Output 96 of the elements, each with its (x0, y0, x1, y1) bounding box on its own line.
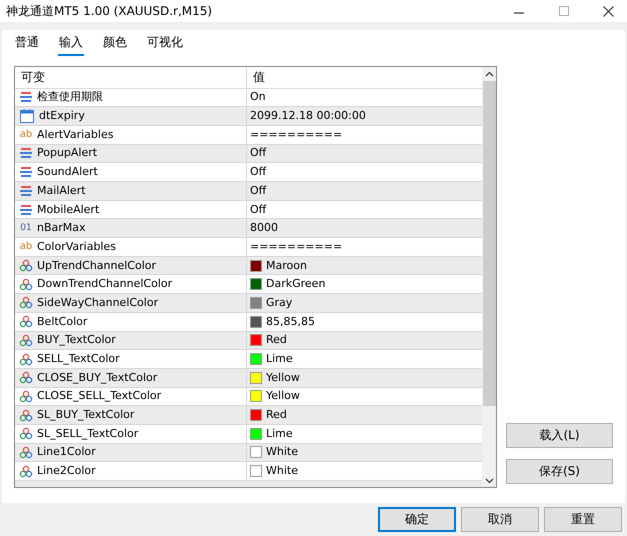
parameter-name: MobileAlert (37, 202, 100, 217)
parameter-value: Maroon (266, 258, 307, 273)
parameter-value: 2099.12.18 00:00:00 (250, 109, 366, 124)
parameter-value: Gray (266, 296, 292, 310)
tab[interactable]: 颜色 (102, 32, 128, 56)
parameter-value: Yellow (266, 389, 300, 404)
table-row[interactable]: CLOSE_BUY_TextColor Yellow (15, 368, 482, 388)
text-type-icon: ab (19, 240, 33, 253)
parameter-value: Yellow (266, 370, 300, 385)
table-row[interactable]: SELL_TextColor Lime (15, 350, 482, 369)
color-palette-icon (19, 334, 33, 347)
color-palette-icon (19, 296, 33, 310)
parameter-name: nBarMax (37, 221, 86, 236)
number-type-icon: 01 (19, 222, 33, 234)
table-row[interactable]: SoundAlert Off (15, 163, 482, 182)
text-type-icon: ab (19, 128, 33, 141)
table-row[interactable]: DownTrendChannelColor DarkGreen (15, 275, 482, 294)
table-row[interactable]: SL_BUY_TextColor Red (15, 406, 482, 425)
color-palette-icon (19, 352, 33, 366)
color-palette-icon (19, 315, 33, 328)
parameter-value: White (266, 464, 298, 478)
parameter-name: DownTrendChannelColor (37, 277, 172, 292)
parameter-value: Lime (266, 352, 293, 366)
parameter-name: SideWayChannelColor (37, 296, 158, 310)
parameter-name: 检查使用期限 (37, 90, 103, 104)
parameter-value: Red (266, 408, 287, 422)
table-row[interactable]: ab ColorVariables ========== (15, 238, 482, 257)
color-palette-icon (19, 464, 33, 478)
parameter-name: SoundAlert (37, 165, 98, 180)
color-palette-icon (19, 390, 33, 403)
parameter-value: 8000 (250, 221, 278, 236)
scroll-thumb[interactable] (482, 81, 496, 406)
color-palette-icon (19, 278, 33, 291)
table-row[interactable]: SideWayChannelColor Gray (15, 294, 482, 313)
parameter-name: CLOSE_SELL_TextColor (37, 389, 162, 404)
parameter-name: PopupAlert (37, 146, 98, 160)
parameter-value: On (250, 90, 266, 104)
table-row[interactable]: dtExpiry 2099.12.18 00:00:00 (15, 107, 482, 126)
table-row[interactable]: 01 nBarMax 8000 (15, 219, 482, 238)
parameter-value: Off (250, 165, 266, 180)
parameter-name: SELL_TextColor (37, 352, 120, 366)
parameter-value: DarkGreen (266, 277, 326, 292)
table-row[interactable]: MobileAlert Off (15, 200, 482, 220)
column-header[interactable]: 值 (247, 67, 482, 88)
color-palette-icon (19, 371, 33, 384)
load-button[interactable]: 载入(L) (506, 423, 613, 448)
parameter-name: BUY_TextColor (37, 333, 116, 348)
parameter-name: UpTrendChannelColor (37, 258, 156, 273)
parameter-value: ========== (250, 240, 342, 254)
color-palette-icon (19, 408, 33, 422)
table-row[interactable]: CLOSE_SELL_TextColor Yellow (15, 388, 482, 406)
parameter-value: Off (250, 184, 266, 198)
tab[interactable]: 普通 (14, 32, 40, 56)
parameter-value: Off (250, 202, 266, 217)
table-row[interactable]: Line2Color White (15, 462, 482, 481)
dialog-button[interactable]: 确定 (378, 507, 456, 532)
column-header[interactable]: 可变 (15, 67, 247, 88)
parameter-value: Red (266, 333, 287, 348)
parameter-value: White (266, 445, 298, 460)
table-row[interactable]: BUY_TextColor Red (15, 332, 482, 350)
parameter-name: BeltColor (37, 314, 88, 329)
parameter-name: Line2Color (37, 464, 96, 478)
parameter-value: 85,85,85 (266, 314, 315, 329)
parameter-name: AlertVariables (37, 128, 114, 142)
tab[interactable]: 输入 (58, 32, 84, 56)
table-row[interactable]: SL_SELL_TextColor Lime (15, 424, 482, 444)
dialog-button[interactable]: 取消 (461, 507, 539, 532)
table-row[interactable]: 检查使用期限 On (15, 88, 482, 108)
color-palette-icon (19, 427, 33, 440)
parameter-name: SL_BUY_TextColor (37, 408, 134, 422)
close-icon[interactable] (603, 6, 614, 16)
parameter-value: ========== (250, 128, 342, 142)
table-row[interactable]: Line1Color White (15, 444, 482, 462)
parameter-name: MailAlert (37, 184, 86, 198)
table-row[interactable]: BeltColor 85,85,85 (15, 312, 482, 332)
tab[interactable]: 可视化 (146, 32, 184, 56)
save-button[interactable]: 保存(S) (506, 459, 613, 484)
table-row[interactable]: MailAlert Off (15, 182, 482, 201)
parameter-name: ColorVariables (37, 240, 116, 254)
table-row[interactable]: UpTrendChannelColor Maroon (15, 256, 482, 276)
color-palette-icon (19, 446, 33, 459)
scrollbar[interactable] (482, 67, 496, 487)
color-palette-icon (19, 259, 33, 272)
table-row[interactable]: ab AlertVariables ========== (15, 126, 482, 145)
calendar-icon (19, 108, 35, 124)
parameter-name: CLOSE_BUY_TextColor (37, 370, 158, 385)
window-title: 神龙通道MT5 1.00 (XAUUSD.r,M15) (5, 2, 212, 20)
dialog-button[interactable]: 重置 (544, 507, 622, 532)
parameter-value: Lime (266, 426, 293, 441)
parameter-name: SL_SELL_TextColor (37, 426, 138, 441)
parameter-name: Line1Color (37, 445, 96, 460)
scroll-up-icon[interactable] (484, 71, 494, 77)
scroll-down-icon[interactable] (484, 478, 494, 484)
parameter-value: Off (250, 146, 266, 160)
parameter-name: dtExpiry (39, 109, 85, 124)
table-row[interactable]: PopupAlert Off (15, 144, 482, 164)
